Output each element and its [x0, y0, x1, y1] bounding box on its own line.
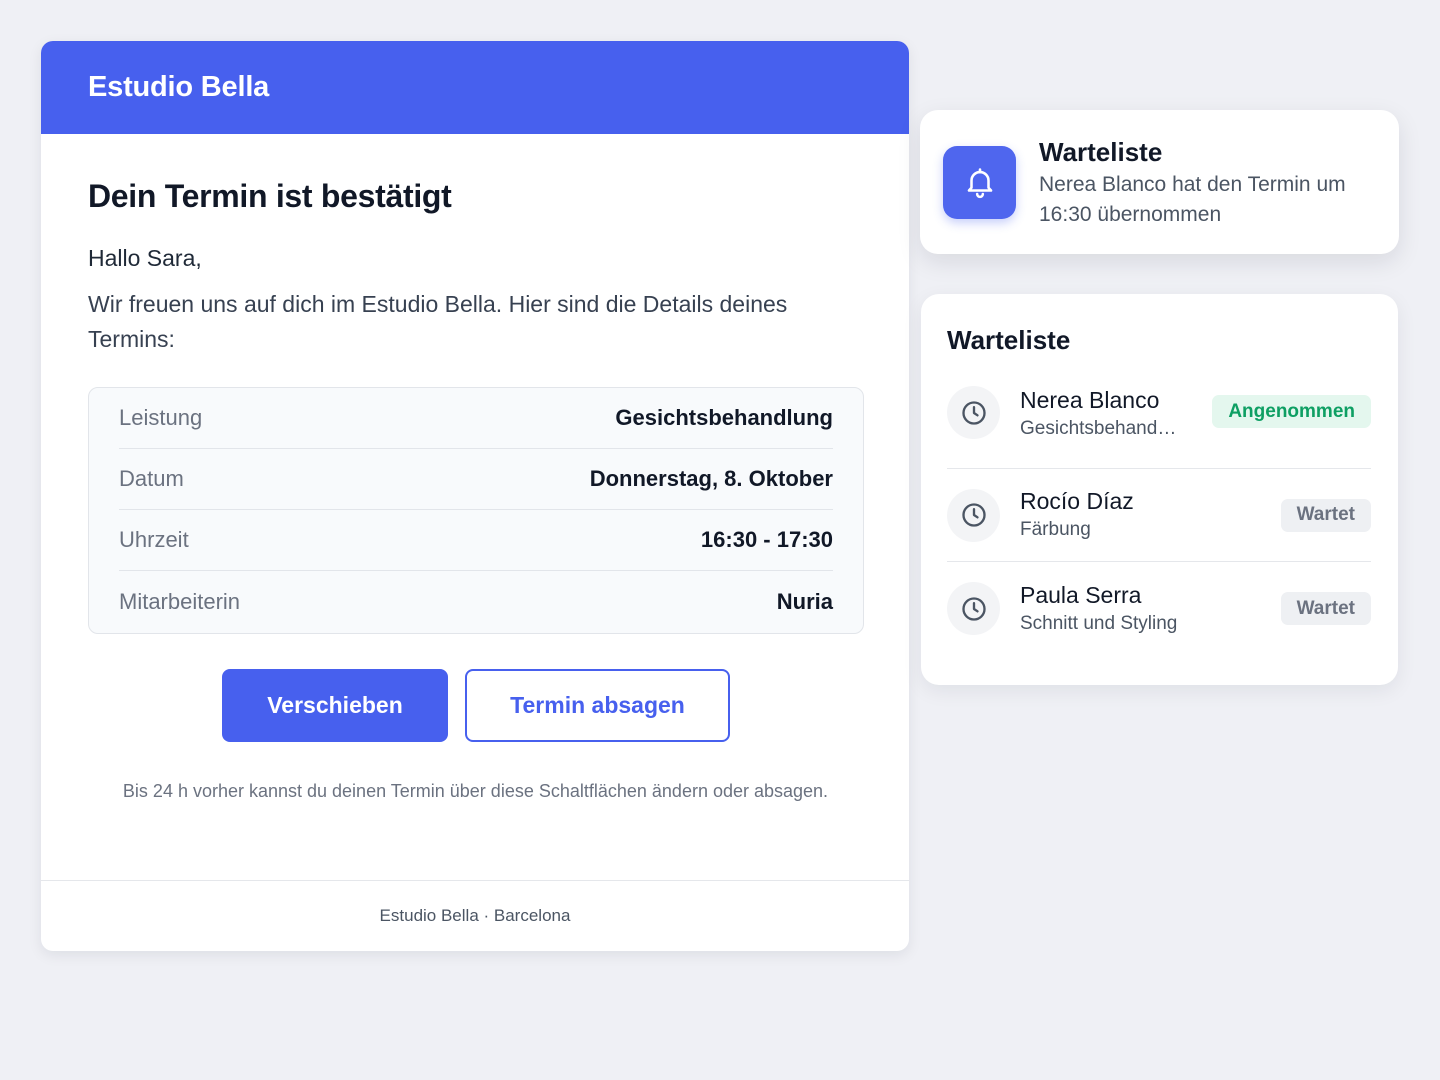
waitlist-item[interactable]: Nerea Blanco Gesichtsbehandlung Angenomm… [947, 381, 1371, 469]
detail-value: Donnerstag, 8. Oktober [589, 466, 833, 491]
brand-name: Estudio Bella [88, 71, 270, 103]
bell-icon [943, 145, 1016, 219]
notification-message: Nerea Blanco hat den Termin um 16:30 übe… [1039, 173, 1346, 226]
waitlist-item-info: Rocío Díaz Färbung [1020, 486, 1281, 544]
detail-row-staff: Mitarbeiterin Nuria [119, 571, 833, 633]
waitlist-item-name: Paula Serra [1020, 581, 1142, 608]
waitlist-item-name: Nerea Blanco [1020, 387, 1160, 413]
status-badge: Angenommen [1212, 395, 1371, 428]
footer-text: Estudio Bella · Barcelona [379, 906, 571, 925]
intro-text: Wir freuen uns auf dich im Estudio Bella… [88, 291, 788, 352]
cancel-appointment-button[interactable]: Termin absagen [465, 669, 730, 742]
detail-label: Mitarbeiterin [119, 589, 241, 614]
waitlist-item-service: Gesichtsbehandlung [1020, 418, 1180, 439]
waitlist-item-name: Rocío Díaz [1020, 488, 1134, 514]
detail-label: Uhrzeit [119, 527, 189, 552]
detail-label: Datum [119, 466, 184, 491]
change-policy-note: Bis 24 h vorher kannst du deinen Termin … [122, 781, 829, 801]
detail-row-date: Datum Donnerstag, 8. Oktober [119, 449, 833, 510]
notification-content: Warteliste Nerea Blanco hat den Termin u… [1039, 136, 1359, 230]
waitlist-item-service: Färbung [1020, 519, 1091, 540]
email-body: Dein Termin ist bestätigt Hallo Sara, Wi… [41, 177, 909, 806]
notification-title: Warteliste [1039, 137, 1163, 167]
status-badge: Wartet [1280, 592, 1371, 625]
detail-value: Gesichtsbehandlung [615, 405, 833, 430]
waitlist-panel: Warteliste Nerea Blanco Gesichtsbehandlu… [921, 294, 1398, 685]
confirmation-email: Estudio Bella Dein Termin ist bestätigt … [41, 41, 909, 951]
waitlist-list: Nerea Blanco Gesichtsbehandlung Angenomm… [947, 381, 1371, 655]
status-badge: Wartet [1280, 498, 1371, 532]
waitlist-item-service: Schnitt und Styling [1020, 612, 1178, 634]
waitlist-item-info: Paula Serra Schnitt und Styling [1020, 580, 1281, 638]
detail-label: Leistung [119, 405, 203, 430]
clock-icon [947, 488, 1000, 542]
reschedule-button[interactable]: Verschieben [222, 669, 448, 742]
detail-row-time: Uhrzeit 16:30 - 17:30 [119, 510, 833, 571]
detail-row-service: Leistung Gesichtsbehandlung [119, 388, 833, 449]
greeting: Hallo Sara, [88, 245, 202, 271]
waitlist-title: Warteliste [947, 325, 1071, 355]
detail-value: Nuria [776, 589, 833, 614]
waitlist-notification[interactable]: Warteliste Nerea Blanco hat den Termin u… [920, 110, 1399, 254]
email-actions: Verschieben Termin absagen [88, 669, 864, 742]
clock-icon [947, 582, 1000, 635]
waitlist-item[interactable]: Rocío Díaz Färbung Wartet [947, 469, 1371, 562]
email-title: Dein Termin ist bestätigt [88, 178, 452, 214]
email-header: Estudio Bella [41, 41, 909, 134]
email-footer: Estudio Bella · Barcelona [41, 880, 909, 951]
waitlist-item-info: Nerea Blanco Gesichtsbehandlung [1020, 385, 1212, 443]
waitlist-item[interactable]: Paula Serra Schnitt und Styling Wartet [947, 562, 1371, 655]
detail-value: 16:30 - 17:30 [700, 527, 833, 552]
clock-icon [947, 386, 1000, 439]
appointment-details: Leistung Gesichtsbehandlung Datum Donner… [88, 387, 864, 634]
